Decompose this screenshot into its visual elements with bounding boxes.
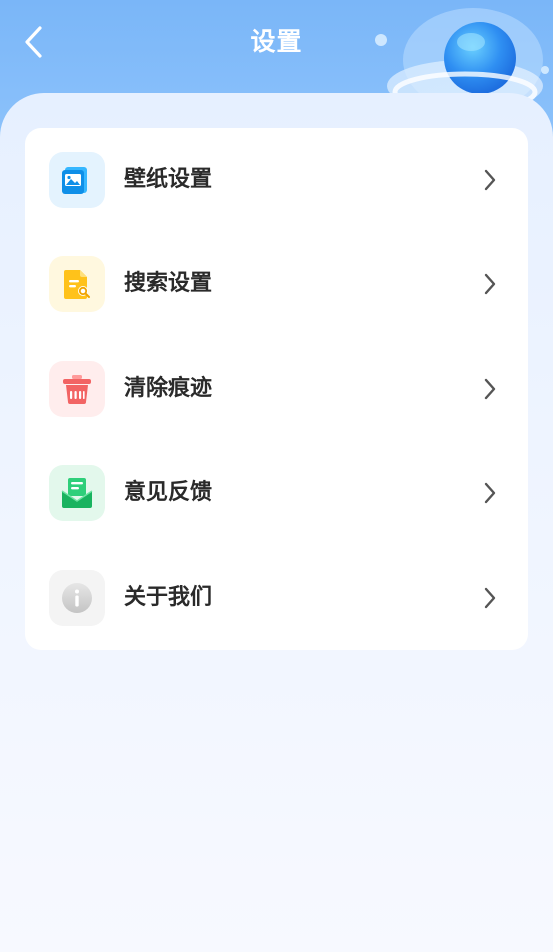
- settings-list: 壁纸设置 搜索设置 清除痕迹 意见反馈 关于我们: [25, 128, 528, 650]
- menu-item-label: 壁纸设置: [124, 167, 213, 192]
- chevron-right-icon: [480, 375, 500, 403]
- chevron-right-icon: [480, 584, 500, 612]
- search-doc-icon: [49, 256, 105, 312]
- menu-item-label: 搜索设置: [124, 271, 213, 296]
- trash-icon: [49, 361, 105, 417]
- info-icon: [49, 570, 105, 626]
- menu-item-label: 关于我们: [124, 585, 213, 610]
- menu-item-search[interactable]: 搜索设置: [25, 232, 528, 336]
- menu-item-wallpaper[interactable]: 壁纸设置: [25, 128, 528, 232]
- menu-item-clear-traces[interactable]: 清除痕迹: [25, 337, 528, 441]
- menu-item-feedback[interactable]: 意见反馈: [25, 441, 528, 545]
- page-title: 设置: [250, 27, 303, 56]
- chevron-right-icon: [480, 270, 500, 298]
- chevron-right-icon: [480, 479, 500, 507]
- chevron-right-icon: [480, 166, 500, 194]
- feedback-mail-icon: [49, 465, 105, 521]
- wallpaper-icon: [49, 152, 105, 208]
- menu-item-label: 意见反馈: [124, 480, 213, 505]
- content-panel: 壁纸设置 搜索设置 清除痕迹 意见反馈 关于我们: [0, 93, 553, 952]
- menu-item-about[interactable]: 关于我们: [25, 546, 528, 650]
- menu-item-label: 清除痕迹: [124, 376, 213, 401]
